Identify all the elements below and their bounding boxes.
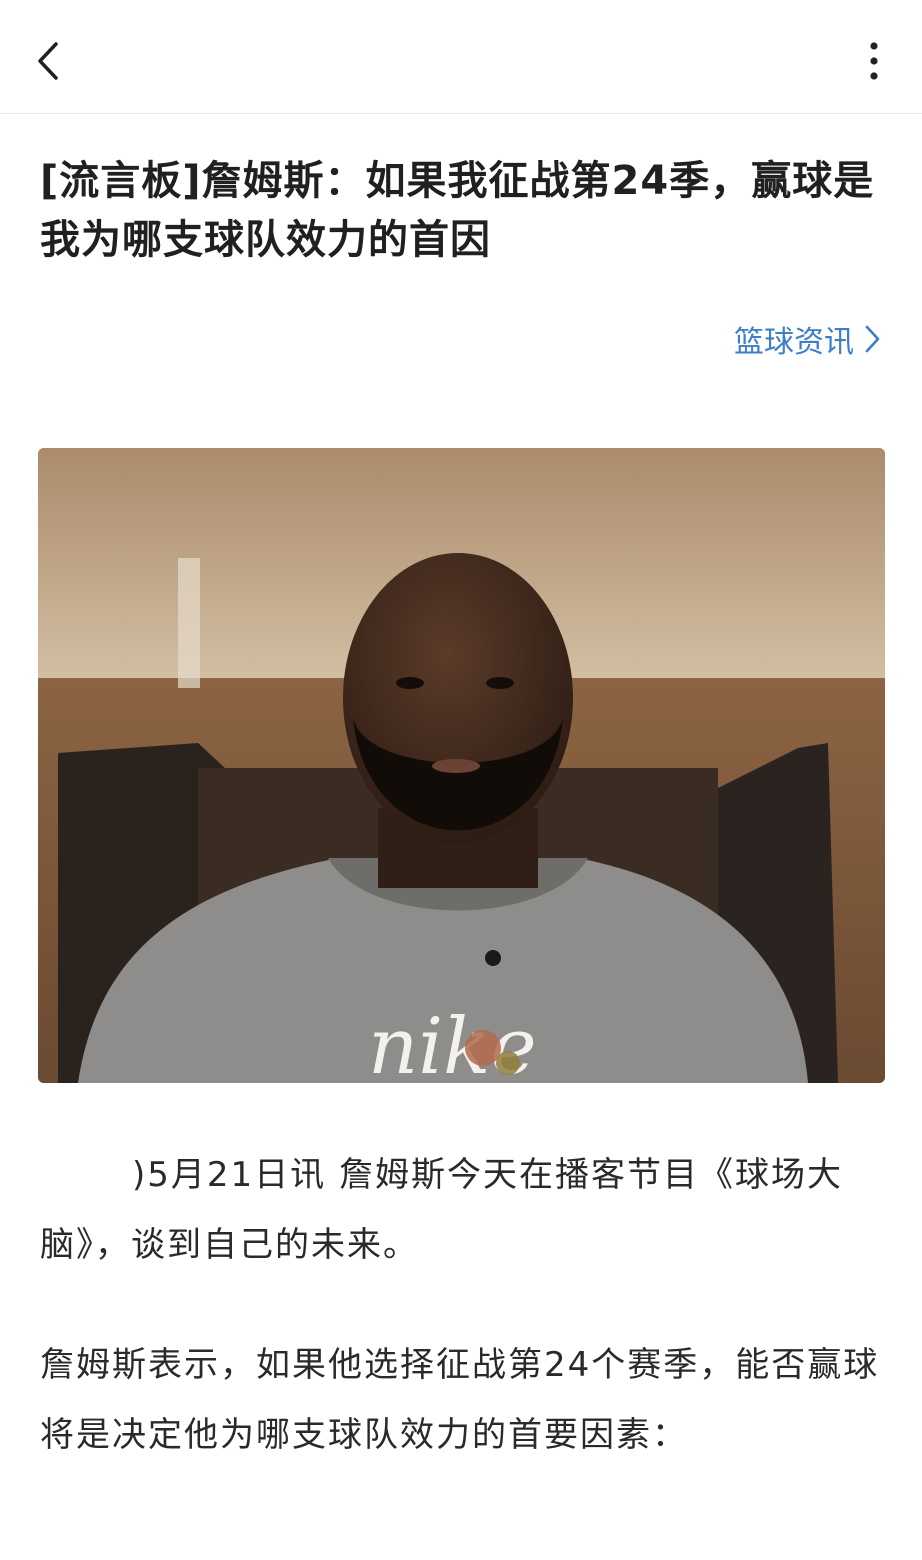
category-link[interactable]: 篮球资讯 <box>734 316 882 362</box>
more-vertical-icon <box>870 42 878 80</box>
more-options-button[interactable] <box>850 36 898 86</box>
article-photo: nike <box>38 448 885 1083</box>
category-label: 篮球资讯 <box>734 325 854 360</box>
article-title: [流言板]詹姆斯：如果我征战第24季，赢球是我为哪支球队效力的首因 <box>40 158 875 263</box>
top-navigation-bar <box>0 0 922 114</box>
article-paragraph: 詹姆斯表示，如果他选择征战第24个赛季，能否赢球将是决定他为哪支球队效力的首要因… <box>40 1345 880 1455</box>
back-button[interactable] <box>26 34 78 88</box>
article-paragraph: )5月21日讯 詹姆斯今天在播客节目《球场大脑》，谈到自己的未来。 <box>40 1155 843 1265</box>
chevron-right-icon <box>865 325 880 353</box>
chevron-left-icon <box>38 42 58 80</box>
